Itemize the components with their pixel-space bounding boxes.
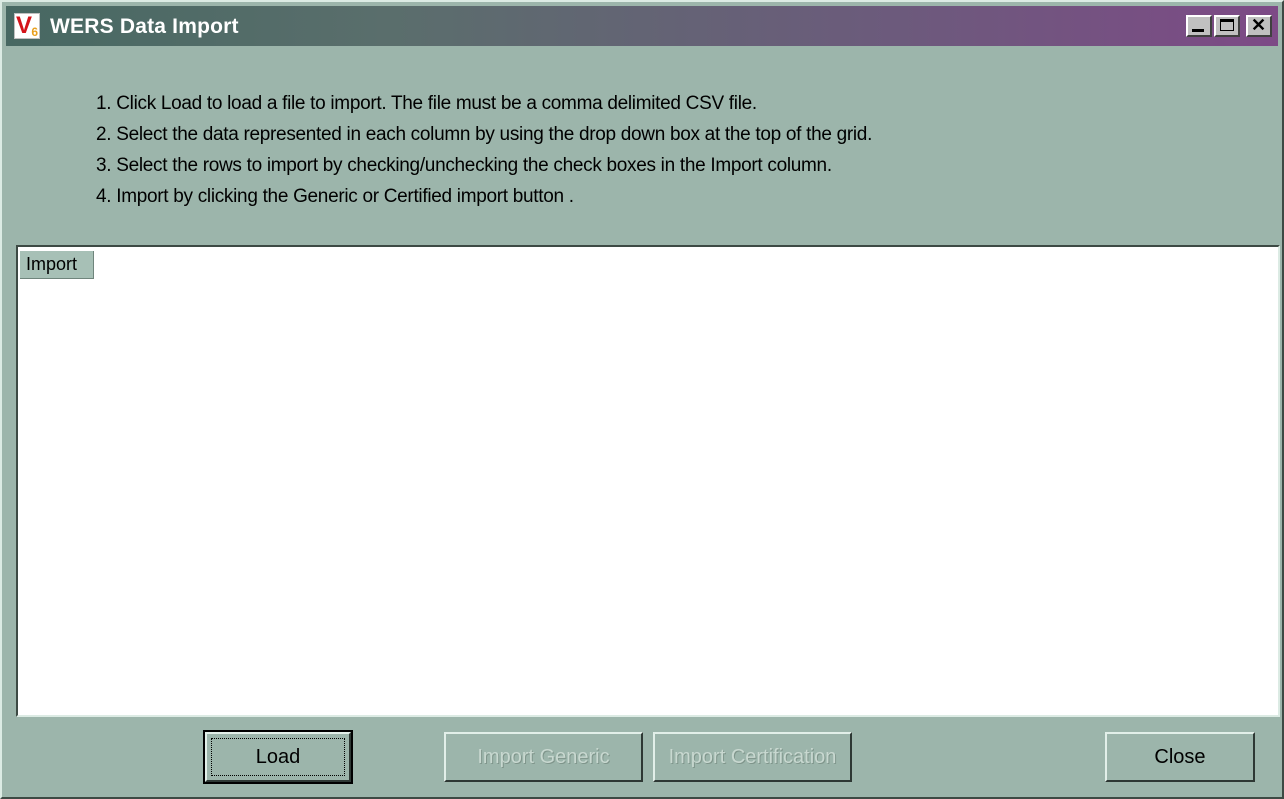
import-generic-button[interactable]: Import Generic (444, 732, 643, 782)
maximize-icon (1220, 19, 1234, 31)
instruction-step-3: 3. Select the rows to import by checking… (96, 155, 832, 176)
title-bar[interactable]: V6 WERS Data Import ✕ (6, 6, 1278, 46)
import-data-grid[interactable]: Import (16, 245, 1280, 717)
instructions-list: 1. Click Load to load a file to import. … (96, 88, 872, 212)
close-icon: ✕ (1251, 15, 1267, 35)
wers-data-import-window: V6 WERS Data Import ✕ 1. Click Load to l… (0, 0, 1284, 799)
close-window-button[interactable]: ✕ (1246, 15, 1272, 37)
window-title: WERS Data Import (50, 15, 239, 38)
column-header-import[interactable]: Import (20, 251, 94, 279)
import-generic-button-label: Import Generic (477, 746, 610, 768)
load-button[interactable]: Load (203, 730, 353, 784)
minimize-icon (1192, 29, 1204, 32)
minimize-button[interactable] (1186, 15, 1212, 37)
close-button-label: Close (1154, 746, 1206, 768)
load-button-label: Load (255, 746, 301, 768)
instruction-step-2: 2. Select the data represented in each c… (96, 124, 873, 145)
maximize-button[interactable] (1214, 15, 1240, 37)
close-button[interactable]: Close (1105, 732, 1255, 782)
app-icon[interactable]: V6 (14, 12, 40, 39)
import-certification-button[interactable]: Import Certification (653, 732, 852, 782)
instruction-step-4: 4. Import by clicking the Generic or Cer… (96, 186, 574, 207)
import-certification-button-label: Import Certification (668, 746, 837, 768)
instruction-step-1: 1. Click Load to load a file to import. … (96, 93, 757, 114)
